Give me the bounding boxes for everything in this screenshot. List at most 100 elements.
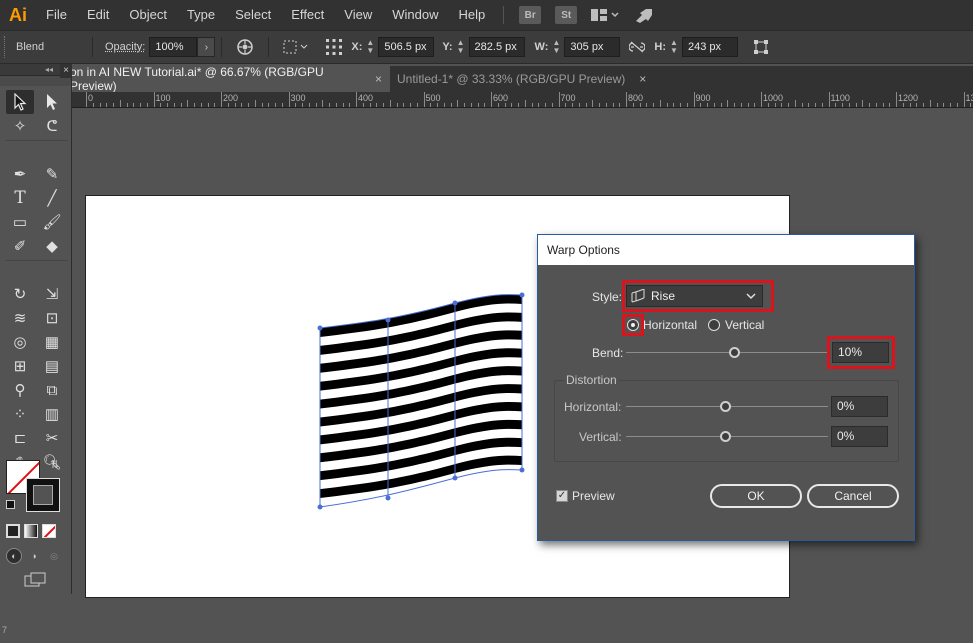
menu-select[interactable]: Select <box>225 0 281 30</box>
horizontal-ruler[interactable]: 0 100 200 300 400 500 600 700 800 900 1000 1100 1200… <box>70 92 973 108</box>
paintbrush-tool-icon[interactable]: 🖌︎ <box>38 210 66 234</box>
preview-checkbox[interactable]: ✓ <box>556 490 568 502</box>
shape-builder-tool-icon[interactable]: ◎ <box>6 330 34 354</box>
color-mode-icon[interactable] <box>6 524 20 538</box>
gradient-tool-icon[interactable]: ▤ <box>38 354 66 378</box>
bend-slider-knob[interactable] <box>729 347 740 358</box>
menu-help[interactable]: Help <box>448 0 495 30</box>
opacity-label[interactable]: Opacity: <box>105 41 145 53</box>
preview-label[interactable]: Preview <box>572 489 615 503</box>
shaper-tool-icon[interactable]: ✐ <box>6 234 34 258</box>
pen-tool-icon[interactable]: ✒ <box>6 162 34 186</box>
tool-separator <box>6 140 68 141</box>
distortion-vertical-slider-knob[interactable] <box>720 431 731 442</box>
constrain-proportions-icon[interactable] <box>626 36 648 58</box>
draw-behind-icon[interactable]: ◑ <box>26 548 42 564</box>
ruler-minor-tick <box>801 103 803 107</box>
eyedropper-tool-icon[interactable]: ⚲ <box>6 378 34 402</box>
x-stepper[interactable]: ▲ ▼ <box>364 37 376 57</box>
menu-edit[interactable]: Edit <box>77 0 119 30</box>
none-mode-icon[interactable] <box>42 524 56 538</box>
change-screen-mode-icon[interactable] <box>24 572 48 588</box>
menu-effect[interactable]: Effect <box>281 0 334 30</box>
symbol-sprayer-tool-icon[interactable]: ⁘ <box>6 402 34 426</box>
swap-fill-stroke-icon[interactable]: ⇅ <box>50 458 59 471</box>
distortion-vertical-field[interactable]: 0% <box>831 426 888 447</box>
eraser-tool-icon[interactable]: ◆ <box>38 234 66 258</box>
slice-tool-icon[interactable]: ✂ <box>38 426 66 450</box>
object-type-label: Blend <box>16 41 45 53</box>
line-segment-tool-icon[interactable]: ╱ <box>38 186 66 210</box>
menu-window[interactable]: Window <box>382 0 448 30</box>
horizontal-radio[interactable] <box>627 319 639 331</box>
ok-button[interactable]: OK <box>710 484 802 508</box>
menu-object[interactable]: Object <box>119 0 177 30</box>
lasso-tool-icon[interactable]: ᕦ <box>38 114 66 138</box>
ruler-major-tick <box>558 92 560 107</box>
ruler-major-tick <box>423 92 425 107</box>
draw-inside-icon[interactable]: ◎ <box>46 548 62 564</box>
style-dropdown[interactable]: Rise <box>626 285 763 307</box>
mesh-tool-icon[interactable]: ⊞ <box>6 354 34 378</box>
h-stepper[interactable]: ▲ ▼ <box>668 37 680 57</box>
menu-bar: Ai File Edit Object Type Select Effect V… <box>0 0 973 30</box>
y-stepper[interactable]: ▲ ▼ <box>455 37 467 57</box>
tab-untitled-1[interactable]: Untitled-1* @ 33.33% (RGB/GPU Preview) × <box>390 66 655 92</box>
distortion-horizontal-slider-knob[interactable] <box>720 401 731 412</box>
opacity-field[interactable]: 100% <box>149 37 198 57</box>
gradient-mode-icon[interactable] <box>24 524 38 538</box>
ruler-minor-tick <box>713 103 715 107</box>
free-transform-tool-icon[interactable]: ⊡ <box>38 306 66 330</box>
align-selection-icon[interactable] <box>281 36 311 58</box>
ruler-minor-tick <box>707 103 708 107</box>
default-fill-stroke-icon[interactable] <box>6 500 15 509</box>
ruler-minor-tick <box>538 103 540 107</box>
type-tool-icon[interactable]: T <box>6 186 34 210</box>
close-icon[interactable]: × <box>375 72 382 86</box>
artboard-tool-icon[interactable]: ⊏ <box>6 426 34 450</box>
selection-tool-icon[interactable] <box>6 90 34 114</box>
w-stepper[interactable]: ▲ ▼ <box>550 37 562 57</box>
recolor-artwork-icon[interactable] <box>234 36 256 58</box>
h-field[interactable]: 243 px <box>682 37 739 57</box>
stroke-swatch[interactable] <box>26 478 60 512</box>
tab-tutorial-document[interactable]: on in AI NEW Tutorial.ai* @ 66.67% (RGB/… <box>70 65 390 93</box>
close-icon[interactable]: × <box>60 64 72 78</box>
transform-icon[interactable] <box>750 36 772 58</box>
direct-selection-tool-icon[interactable] <box>38 90 66 114</box>
draw-normal-icon[interactable]: ◐ <box>6 548 22 564</box>
rectangle-tool-icon[interactable]: ▭ <box>6 210 34 234</box>
x-field[interactable]: 506.5 px <box>378 37 435 57</box>
bend-slider-track[interactable] <box>626 352 828 353</box>
w-field[interactable]: 305 px <box>564 37 621 57</box>
stock-icon[interactable]: St <box>555 6 578 24</box>
width-tool-icon[interactable]: ≋ <box>6 306 34 330</box>
bend-field[interactable]: 10% <box>832 342 889 363</box>
vertical-radio-label[interactable]: Vertical <box>725 318 764 332</box>
opacity-dropdown-button[interactable]: › <box>197 37 216 57</box>
bridge-icon[interactable]: Br <box>519 6 542 24</box>
cancel-button[interactable]: Cancel <box>807 484 899 508</box>
horizontal-radio-label[interactable]: Horizontal <box>643 318 697 332</box>
vertical-radio[interactable] <box>708 319 720 331</box>
column-graph-tool-icon[interactable]: ▥ <box>38 402 66 426</box>
ruler-minor-tick <box>207 103 209 107</box>
ruler-major-tick <box>626 92 627 107</box>
close-icon[interactable]: × <box>639 72 646 86</box>
menu-file[interactable]: File <box>36 0 77 30</box>
workspace-switcher-icon[interactable] <box>588 6 622 24</box>
magic-wand-tool-icon[interactable]: ✧ <box>6 114 34 138</box>
scale-tool-icon[interactable]: ⇲ <box>38 282 66 306</box>
curvature-tool-icon[interactable]: ✎ <box>38 162 66 186</box>
blend-tool-icon[interactable]: ⧉ <box>38 378 66 402</box>
ruler-minor-tick <box>781 103 783 107</box>
rotate-tool-icon[interactable]: ↻ <box>6 282 34 306</box>
menu-view[interactable]: View <box>334 0 382 30</box>
perspective-grid-tool-icon[interactable]: ▦ <box>38 330 66 354</box>
y-field[interactable]: 282.5 px <box>468 37 525 57</box>
bottom-corner-readout: 7 <box>2 625 8 635</box>
gpu-performance-icon[interactable] <box>632 6 656 24</box>
menu-type[interactable]: Type <box>177 0 225 30</box>
reference-point-icon[interactable] <box>323 36 345 58</box>
distortion-horizontal-field[interactable]: 0% <box>831 396 888 417</box>
